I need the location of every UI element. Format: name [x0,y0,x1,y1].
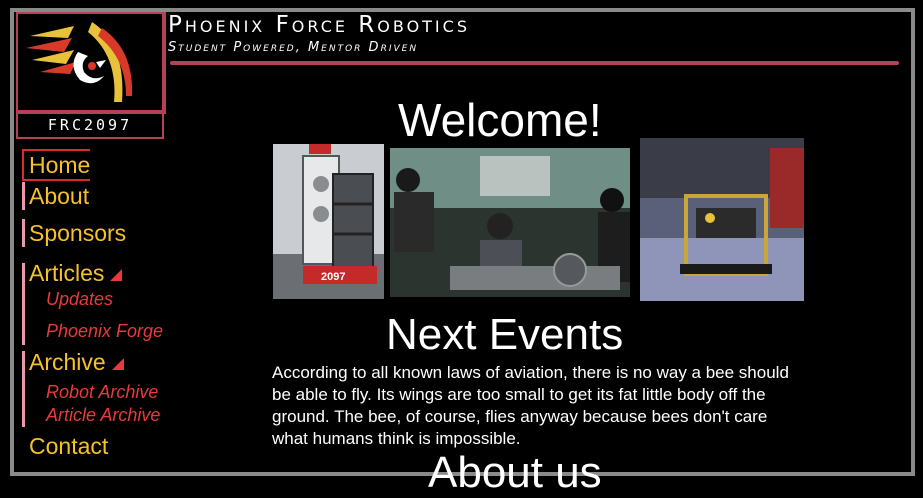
about-us-heading: About us [428,448,602,497]
next-events-text: According to all known laws of aviation,… [272,363,789,448]
expand-arrow-icon[interactable] [111,357,124,370]
phoenix-logo-icon [26,22,133,102]
nav-articles-label: Articles [29,260,105,286]
logo[interactable] [16,12,166,114]
nav-archive-link[interactable]: Archive [22,348,124,376]
nav-updates-link[interactable]: Updates [46,288,113,310]
welcome-heading: Welcome! [398,94,602,146]
nav-contact-link[interactable]: Contact [22,432,108,460]
robot-photo-1: 2097 [273,144,384,299]
nav-archive-label: Archive [29,349,106,375]
next-events-heading: Next Events [386,310,624,359]
robot-photo-2 [640,138,804,301]
title-divider [170,61,899,65]
nav-about-link[interactable]: About [22,182,89,210]
nav-articles-link[interactable]: Articles [22,259,123,287]
nav-home-link[interactable]: Home [22,149,91,181]
robot-bumper-number: 2097 [321,271,345,283]
nav-robot-archive-link[interactable]: Robot Archive [46,381,158,403]
site-tagline: Student Powered, Mentor Driven [168,40,419,55]
nav-sponsors-link[interactable]: Sponsors [22,219,126,247]
site-title[interactable]: Phoenix Force Robotics [168,11,470,39]
team-photo [390,148,630,297]
nav-article-archive-link[interactable]: Article Archive [46,404,160,426]
expand-arrow-icon[interactable] [110,268,123,281]
nav-phoenix-forge-link[interactable]: Phoenix Forge [46,320,163,342]
team-number: FRC2097 [16,113,164,139]
